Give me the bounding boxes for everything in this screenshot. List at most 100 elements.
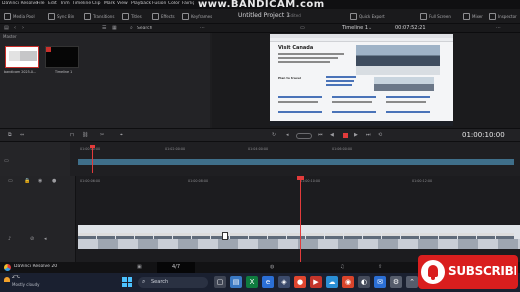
taskbar-search-box[interactable]: ⌕ Search — [138, 277, 208, 288]
toolbar: Media Pool Sync Bin Transitions Titles E… — [0, 9, 520, 24]
windows-start-icon[interactable] — [122, 277, 132, 287]
effects-button[interactable]: Effects — [152, 11, 175, 21]
media-page-icon[interactable]: ▣ — [137, 264, 142, 270]
bin-back-icon[interactable]: ‹ — [14, 25, 16, 31]
color-page-icon[interactable]: ◍ — [270, 264, 274, 270]
list-view-icon[interactable]: ☰ — [102, 25, 106, 31]
loop-icon[interactable]: ↻ — [272, 132, 276, 138]
sub-toolbar: ▤ ‹ › ☰ ▦ ⌕ Search ⋯ ▭ Timeline 1 ⌄ 00:0… — [0, 24, 520, 33]
subscribe-label: SUBSCRIBE — [448, 264, 516, 278]
media-pool-button[interactable]: Media Pool — [4, 11, 35, 21]
media-app-icon[interactable]: ▶ — [310, 276, 322, 288]
menu-davinci[interactable]: DaVinci Resolve — [2, 1, 38, 6]
marker-icon[interactable]: ⌖ — [120, 132, 123, 138]
davinci-taskbar-icon[interactable]: ◐ — [358, 276, 370, 288]
edit-mode-icon[interactable]: ⧉ — [8, 132, 12, 138]
overflow-icon[interactable]: ⌃ — [406, 276, 418, 288]
excel-icon[interactable]: X — [246, 276, 258, 288]
mail-icon[interactable]: ✉ — [374, 276, 386, 288]
paragraph-line — [332, 101, 372, 103]
marker-dot-icon[interactable]: ● — [52, 178, 56, 184]
fairlight-page-icon[interactable]: ♫ — [340, 264, 344, 270]
titles-button[interactable]: Titles — [122, 11, 142, 21]
app-version-label: DaVinci Resolve 20 — [14, 264, 58, 269]
link-icon[interactable]: ⛓ — [82, 132, 88, 138]
menu-mark[interactable]: Mark — [104, 1, 115, 6]
stop-icon[interactable] — [343, 133, 348, 138]
paragraph-line — [278, 61, 330, 63]
recorder-icon[interactable]: ◉ — [342, 276, 354, 288]
eye-icon[interactable]: ◉ — [38, 178, 42, 184]
edge-icon[interactable]: e — [262, 276, 274, 288]
grid-view-icon[interactable]: ▦ — [112, 25, 117, 31]
bin-toggle-icon[interactable]: ▤ — [4, 25, 9, 31]
jog-icon[interactable]: ◂ — [286, 132, 289, 138]
menu-playback[interactable]: Playback — [131, 1, 151, 6]
bin-forward-icon[interactable]: › — [22, 25, 24, 31]
skip-back-icon[interactable]: ⏮ — [318, 132, 323, 138]
video-clip-overview[interactable] — [78, 159, 514, 165]
link-line — [332, 96, 376, 98]
quick-export-button[interactable]: Quick Export — [350, 11, 385, 21]
chrome-icon[interactable]: ● — [294, 276, 306, 288]
cloud-app-icon[interactable]: ☁ — [326, 276, 338, 288]
keyframes-button[interactable]: Keyframes — [182, 11, 212, 21]
playhead[interactable] — [92, 145, 93, 173]
skip-forward-icon[interactable]: ⏭ — [366, 132, 371, 138]
inspector-icon — [489, 12, 496, 20]
deliver-page-icon[interactable]: ⇪ — [378, 264, 382, 270]
mute-icon[interactable]: ⊘ — [30, 236, 34, 242]
menu-view[interactable]: View — [117, 1, 128, 6]
options-icon[interactable]: ⋯ — [200, 25, 205, 31]
snap-icon[interactable]: ⊓ — [70, 132, 74, 138]
speaker-icon[interactable]: ◂ — [44, 236, 47, 242]
track-header-column — [0, 142, 70, 176]
menu-color[interactable]: Color — [168, 1, 180, 6]
playhead-handle[interactable] — [90, 145, 95, 148]
settings-icon[interactable]: ⚙ — [390, 276, 402, 288]
subscribe-button[interactable]: SUBSCRIBE — [418, 255, 518, 289]
media-clip-thumbnail-2[interactable] — [45, 46, 79, 68]
playhead[interactable] — [300, 176, 301, 262]
menu-clip[interactable]: Clip — [92, 1, 101, 6]
weather-condition[interactable]: Mostly cloudy — [12, 282, 40, 287]
menu-file[interactable]: File — [37, 1, 45, 6]
reverse-icon[interactable]: ◀ — [330, 132, 334, 138]
menu-edit[interactable]: Edit — [48, 1, 57, 6]
menu-fairlight[interactable]: Fairlight — [182, 1, 194, 6]
transport-bar: ⧉ ⇔ ⊓ ⛓ ✂ ⌖ ↻ ◂ ⏮ ◀ ▶ ⏭ ⟲ 01:00:10:00 — [0, 128, 520, 142]
full-screen-button[interactable]: Full Screen — [420, 11, 451, 21]
small-image — [374, 77, 434, 91]
menu-fusion[interactable]: Fusion — [152, 1, 166, 6]
loop-playback-icon[interactable]: ⟲ — [378, 132, 382, 138]
inspector-button[interactable]: Inspector — [489, 11, 517, 21]
chevron-down-icon[interactable]: ⌄ — [368, 25, 372, 31]
playhead-handle[interactable] — [297, 176, 304, 180]
project-status: Edited — [288, 13, 301, 18]
paragraph-line — [278, 101, 318, 103]
task-view-icon[interactable]: ▢ — [214, 276, 226, 288]
file-explorer-icon[interactable]: ▤ — [230, 276, 242, 288]
app-icon[interactable]: ◈ — [278, 276, 290, 288]
timeline-name[interactable]: Timeline 1 — [342, 25, 368, 31]
mixer-button[interactable]: Mixer — [463, 11, 483, 21]
sync-bin-icon — [48, 12, 55, 20]
weather-icon — [4, 277, 10, 282]
lock-icon[interactable]: 🔒 — [24, 178, 30, 184]
transitions-button[interactable]: Transitions — [84, 11, 114, 21]
menu-trim[interactable]: Trim — [60, 1, 70, 6]
viewer-options-icon[interactable]: ▭ — [300, 25, 305, 31]
viewer-menu-icon[interactable]: ⋯ — [496, 25, 501, 31]
video-clip-filmstrip[interactable] — [78, 225, 520, 249]
shuttle-control[interactable] — [296, 133, 312, 139]
media-search-input[interactable]: Search — [137, 26, 152, 31]
sync-bin-button[interactable]: Sync Bin — [48, 11, 74, 21]
trim-mode-icon[interactable]: ⇔ — [20, 132, 24, 138]
temperature[interactable]: 2°C — [12, 275, 20, 280]
link-line — [326, 80, 354, 82]
play-icon[interactable]: ▶ — [354, 132, 358, 138]
media-clip-thumbnail-1[interactable] — [5, 46, 39, 68]
blade-icon[interactable]: ✂ — [100, 132, 104, 138]
menu-timeline[interactable]: Timeline — [72, 1, 91, 6]
browser-addressbar — [270, 38, 453, 42]
